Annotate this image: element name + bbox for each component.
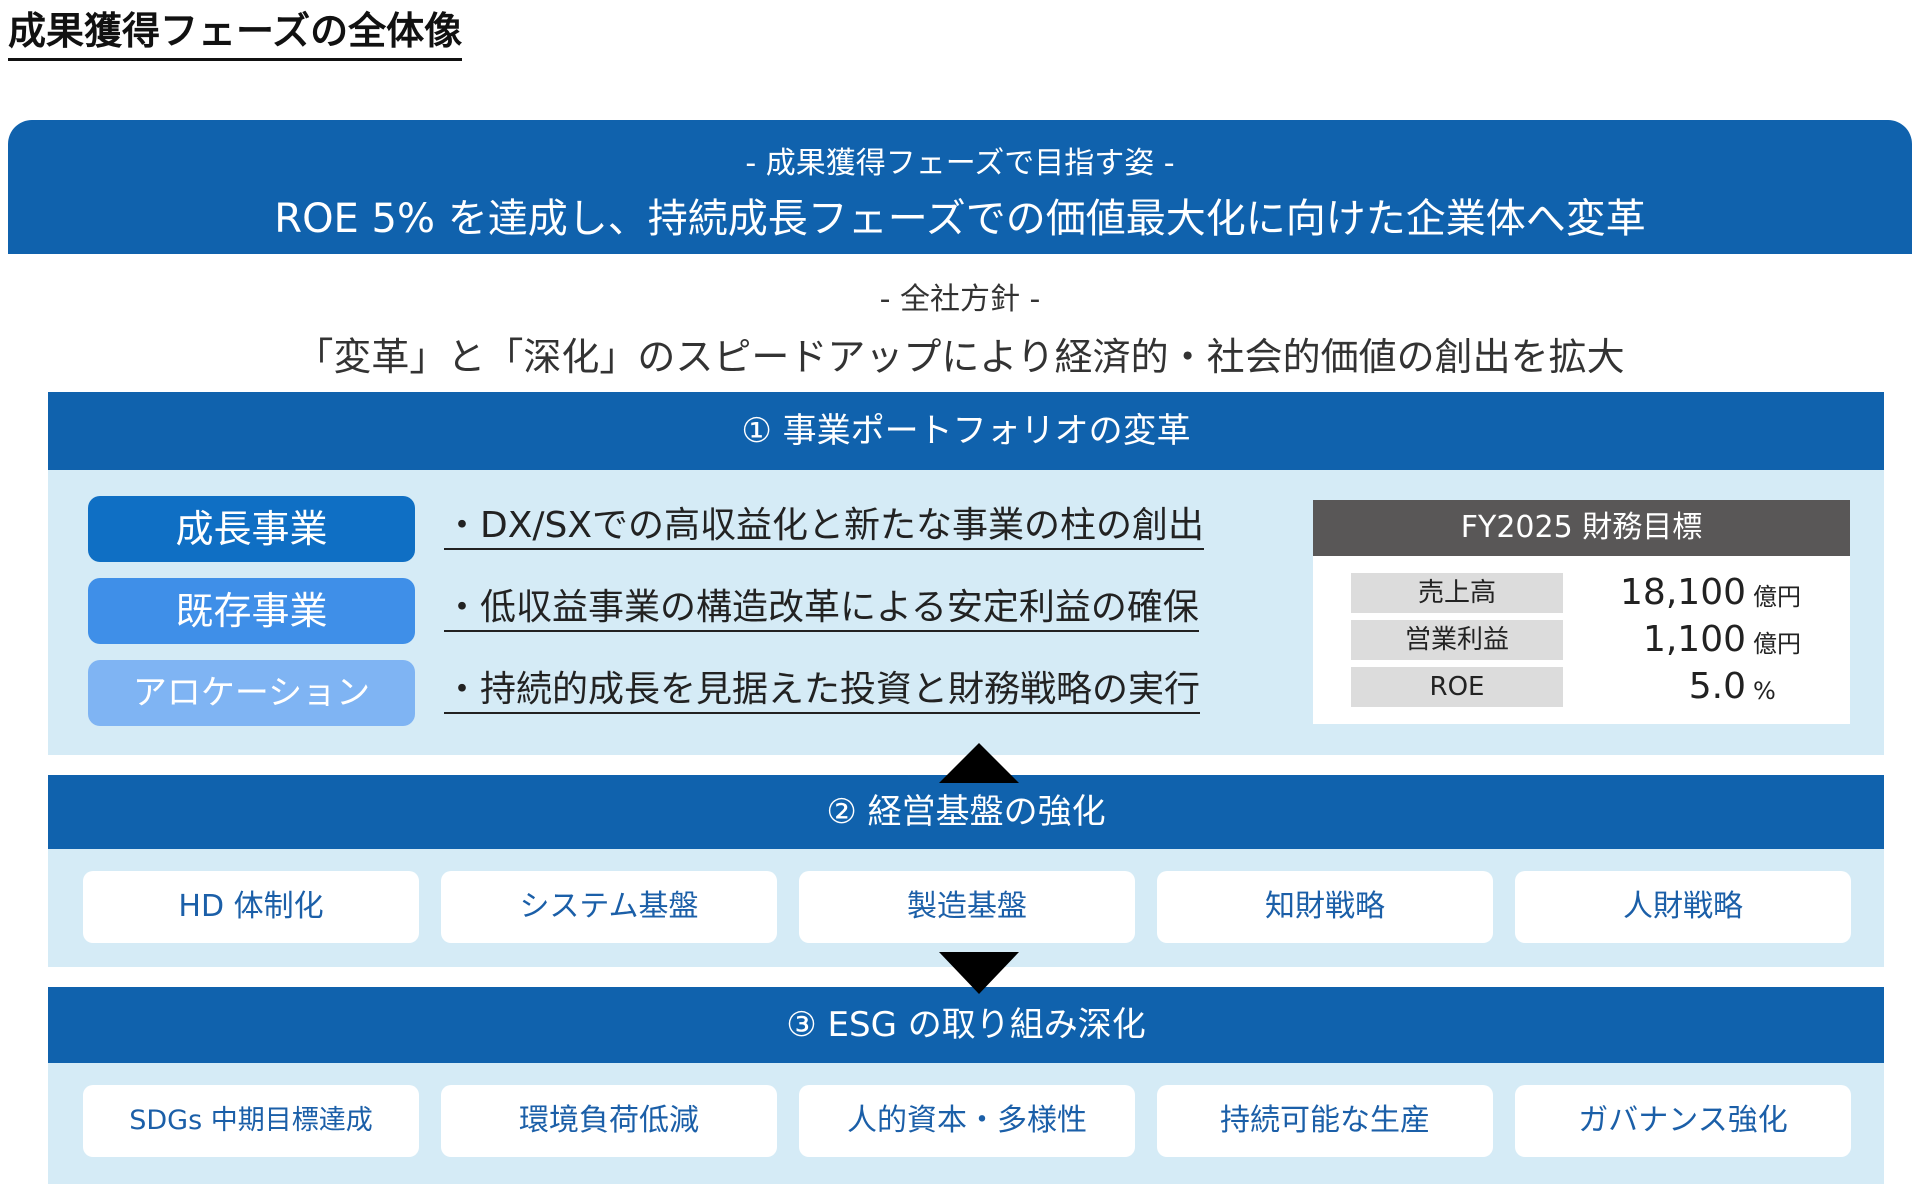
target-label: 営業利益 [1351,620,1563,660]
segment-existing-text: ・低収益事業の構造改革による安定利益の確保 [444,586,1199,632]
policy-text: 「変革」と「深化」のスピードアップにより経済的・社会的価値の創出を拡大 [295,335,1625,379]
segment-allocation-text: ・持続的成長を見据えた投資と財務戦略の実行 [444,668,1201,714]
target-label: ROE [1351,667,1563,707]
esg-item: SDGs 中期目標達成 [83,1085,419,1157]
target-row-operating-profit: 営業利益 1,100 億円 [1351,619,1831,660]
foundation-item: 製造基盤 [799,871,1135,943]
target-row-roe: ROE 5.0 % [1351,666,1831,707]
page-title: 成果獲得フェーズの全体像 [8,6,463,61]
target-value: 1,100 [1642,619,1746,660]
esg-item: 環境負荷低減 [441,1085,777,1157]
target-row-sales: 売上高 18,100 億円 [1351,572,1831,613]
section2-header: ② 経営基盤の強化 [48,775,1884,849]
esg-item: ガバナンス強化 [1515,1085,1851,1157]
target-label: 売上高 [1351,573,1563,613]
segment-growth-text: ・DX/SXでの高収益化と新たな事業の柱の創出 [444,504,1205,550]
target-unit: % [1753,677,1776,705]
target-value: 18,100 [1620,572,1746,613]
arrow-up-icon [939,743,1019,783]
vision-banner: - 成果獲得フェーズで目指す姿 - ROE 5% を達成し、持続成長フェーズでの… [8,120,1912,254]
target-unit: 億円 [1753,630,1801,658]
foundation-item: 人財戦略 [1515,871,1851,943]
vision-text: ROE 5% を達成し、持続成長フェーズでの価値最大化に向けた企業体へ変革 [274,196,1646,242]
vision-label: - 成果獲得フェーズで目指す姿 - [745,146,1175,181]
segment-allocation-label: アロケーション [88,660,415,726]
foundation-item: システム基盤 [441,871,777,943]
financial-targets-box: FY2025 財務目標 売上高 18,100 億円 営業利益 1,100 億円 … [1313,500,1850,724]
foundation-item: 知財戦略 [1157,871,1493,943]
target-value: 5.0 [1688,666,1746,707]
financial-targets-title: FY2025 財務目標 [1313,500,1850,556]
esg-item: 持続可能な生産 [1157,1085,1493,1157]
section1-header: ① 事業ポートフォリオの変革 [48,392,1884,470]
foundation-item: HD 体制化 [83,871,419,943]
segment-existing-label: 既存事業 [88,578,415,644]
esg-item: 人的資本・多様性 [799,1085,1135,1157]
arrow-down-icon [939,952,1019,994]
segment-growth-label: 成長事業 [88,496,415,562]
target-unit: 億円 [1753,583,1801,611]
policy-label: - 全社方針 - [879,282,1041,317]
section3-header: ③ ESG の取り組み深化 [48,987,1884,1063]
